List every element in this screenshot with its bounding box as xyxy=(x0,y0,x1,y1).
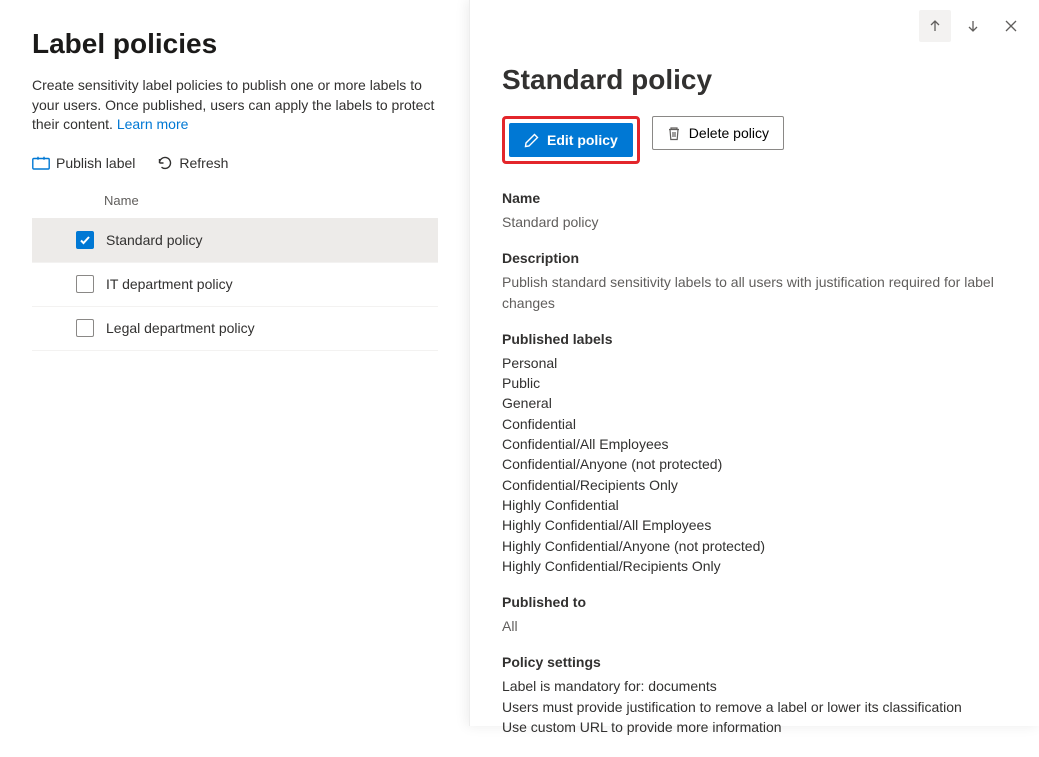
page-title: Label policies xyxy=(32,28,438,60)
learn-more-link[interactable]: Learn more xyxy=(117,116,189,132)
delete-policy-button[interactable]: Delete policy xyxy=(652,116,784,150)
list-item: Confidential xyxy=(502,414,1007,434)
panel-controls xyxy=(919,10,1027,42)
edit-policy-label: Edit policy xyxy=(547,132,618,148)
page-description-text: Create sensitivity label policies to pub… xyxy=(32,77,434,132)
column-header-name[interactable]: Name xyxy=(32,183,438,219)
arrow-down-icon xyxy=(966,19,980,33)
list-item: Label is mandatory for: documents xyxy=(502,676,1007,696)
row-checkbox[interactable] xyxy=(76,319,94,337)
arrow-up-icon xyxy=(928,19,942,33)
close-button[interactable] xyxy=(995,10,1027,42)
published-to-label: Published to xyxy=(502,594,1007,610)
row-checkbox[interactable] xyxy=(76,231,94,249)
description-value: Publish standard sensitivity labels to a… xyxy=(502,272,1007,313)
nav-down-button[interactable] xyxy=(957,10,989,42)
table-row[interactable]: IT department policy xyxy=(32,263,438,307)
publish-label-button[interactable]: Publish label xyxy=(32,155,135,171)
list-item: Highly Confidential xyxy=(502,495,1007,515)
published-to-value: All xyxy=(502,616,1007,636)
list-item: Highly Confidential/All Employees xyxy=(502,515,1007,535)
list-item: Users must provide justification to remo… xyxy=(502,697,1007,717)
edit-button-highlight: Edit policy xyxy=(502,116,640,164)
panel-title: Standard policy xyxy=(502,64,1007,96)
name-label: Name xyxy=(502,190,1007,206)
details-panel: Standard policy Edit policy Delete polic… xyxy=(469,0,1039,726)
main-content: Label policies Create sensitivity label … xyxy=(0,0,470,351)
policy-settings-list: Label is mandatory for: documentsUsers m… xyxy=(502,676,1007,737)
list-item: Highly Confidential/Anyone (not protecte… xyxy=(502,536,1007,556)
refresh-text: Refresh xyxy=(179,155,228,171)
list-item: Use custom URL to provide more informati… xyxy=(502,717,1007,737)
delete-policy-label: Delete policy xyxy=(689,125,769,141)
publish-label-text: Publish label xyxy=(56,155,135,171)
published-labels-list: PersonalPublicGeneralConfidentialConfide… xyxy=(502,353,1007,576)
row-label: Legal department policy xyxy=(106,320,255,336)
nav-up-button[interactable] xyxy=(919,10,951,42)
row-label: Standard policy xyxy=(106,232,203,248)
list-item: Confidential/All Employees xyxy=(502,434,1007,454)
refresh-button[interactable]: Refresh xyxy=(157,155,228,171)
panel-body: Standard policy Edit policy Delete polic… xyxy=(470,0,1039,757)
name-value: Standard policy xyxy=(502,212,1007,232)
edit-icon xyxy=(524,133,539,148)
list-item: Personal xyxy=(502,353,1007,373)
list-item: Confidential/Recipients Only xyxy=(502,475,1007,495)
check-icon xyxy=(79,234,91,246)
policy-list: Standard policy IT department policy Legal… xyxy=(32,219,438,351)
refresh-icon xyxy=(157,155,173,171)
policy-settings-label: Policy settings xyxy=(502,654,1007,670)
publish-icon xyxy=(32,156,50,170)
row-checkbox[interactable] xyxy=(76,275,94,293)
panel-action-row: Edit policy Delete policy xyxy=(502,116,1007,164)
row-label: IT department policy xyxy=(106,276,233,292)
description-label: Description xyxy=(502,250,1007,266)
toolbar: Publish label Refresh xyxy=(32,155,438,171)
list-item: Highly Confidential/Recipients Only xyxy=(502,556,1007,576)
edit-policy-button[interactable]: Edit policy xyxy=(509,123,633,157)
list-item: General xyxy=(502,393,1007,413)
delete-icon xyxy=(667,126,681,141)
table-row[interactable]: Legal department policy xyxy=(32,307,438,351)
table-row[interactable]: Standard policy xyxy=(32,219,438,263)
page-description: Create sensitivity label policies to pub… xyxy=(32,76,438,135)
list-item: Confidential/Anyone (not protected) xyxy=(502,454,1007,474)
published-labels-label: Published labels xyxy=(502,331,1007,347)
close-icon xyxy=(1004,19,1018,33)
list-item: Public xyxy=(502,373,1007,393)
